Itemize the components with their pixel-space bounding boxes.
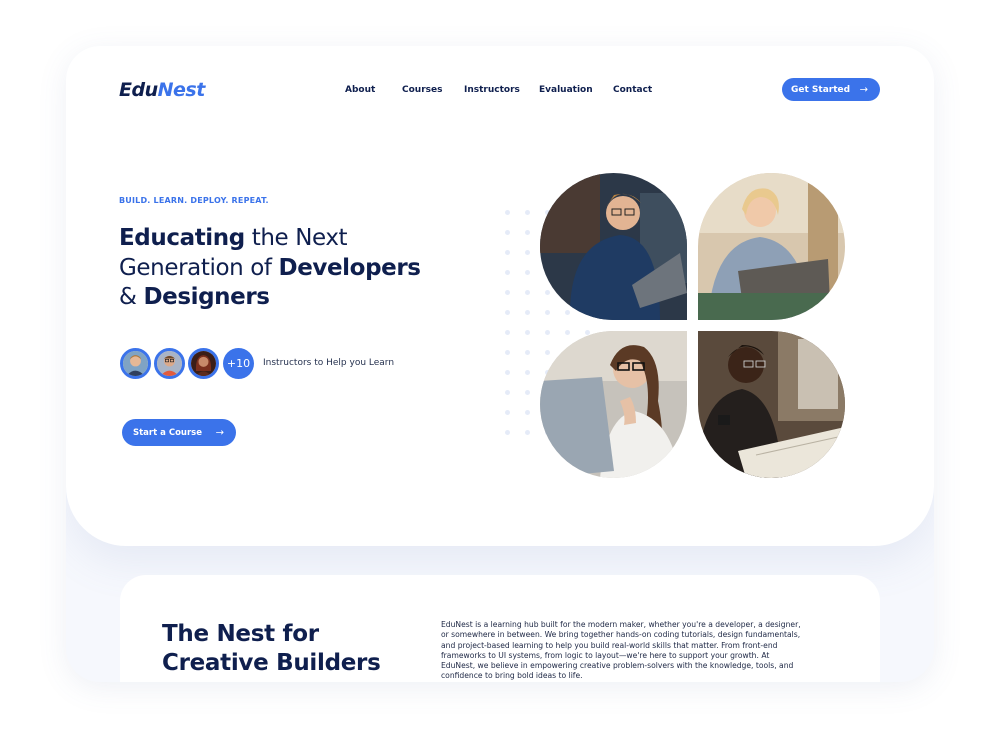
grid-dot bbox=[525, 390, 530, 395]
nav-link-about[interactable]: About bbox=[345, 85, 375, 95]
grid-dot bbox=[525, 310, 530, 315]
about-section: The Nest for Creative Builders EduNest i… bbox=[120, 575, 880, 682]
grid-dot bbox=[505, 250, 510, 255]
avatar[interactable] bbox=[120, 348, 151, 379]
grid-dot bbox=[545, 310, 550, 315]
about-title-the: The bbox=[162, 621, 217, 647]
grid-dot bbox=[525, 230, 530, 235]
grid-dot bbox=[505, 310, 510, 315]
get-started-button[interactable]: Get Started → bbox=[782, 78, 880, 101]
headline-ampersand: & bbox=[119, 284, 144, 310]
avatar[interactable] bbox=[188, 348, 219, 379]
start-course-button[interactable]: Start a Course → bbox=[122, 419, 236, 446]
headline-the-next: the Next bbox=[244, 225, 348, 251]
nav-link-evaluation[interactable]: Evaluation bbox=[539, 85, 593, 95]
grid-dot bbox=[505, 210, 510, 215]
grid-dot bbox=[525, 350, 530, 355]
photo-woman-laptop-sweater bbox=[698, 173, 845, 320]
about-text-line: EduNest is a learning hub built for the … bbox=[441, 620, 801, 629]
hero-section: EduNest About Courses Instructors Evalua… bbox=[66, 46, 934, 546]
grid-dot bbox=[545, 350, 550, 355]
grid-dot bbox=[505, 350, 510, 355]
grid-dot bbox=[505, 230, 510, 235]
photo-student-laptop-glasses bbox=[540, 173, 687, 320]
page-frame: EduNest About Courses Instructors Evalua… bbox=[66, 46, 934, 682]
hero-tagline: BUILD. LEARN. DEPLOY. REPEAT. bbox=[119, 196, 269, 205]
arrow-right-icon: → bbox=[859, 84, 868, 95]
about-title-creative-builders: Creative Builders bbox=[162, 650, 381, 676]
instructors-caption: Instructors to Help you Learn bbox=[263, 358, 395, 368]
grid-dot bbox=[525, 410, 530, 415]
photo-man-reading-book bbox=[698, 331, 845, 478]
about-title: The Nest for Creative Builders bbox=[162, 620, 381, 678]
grid-dot bbox=[525, 270, 530, 275]
more-instructors-badge[interactable]: +10 bbox=[223, 348, 254, 379]
grid-dot bbox=[525, 330, 530, 335]
avatar[interactable] bbox=[154, 348, 185, 379]
grid-dot bbox=[505, 270, 510, 275]
grid-dot bbox=[505, 390, 510, 395]
grid-dot bbox=[505, 410, 510, 415]
landing-page: EduNest About Courses Instructors Evalua… bbox=[0, 0, 1000, 730]
about-text-line: or somewhere in between. We bring togeth… bbox=[441, 630, 801, 640]
about-title-nest: Nest bbox=[216, 621, 275, 647]
about-text-line: frameworks to UI systems, from logic to … bbox=[441, 650, 770, 660]
grid-dot bbox=[565, 310, 570, 315]
grid-dot bbox=[525, 210, 530, 215]
about-text-line: and project-based learning to help you b… bbox=[441, 640, 778, 650]
grid-dot bbox=[545, 290, 550, 295]
get-started-label: Get Started bbox=[791, 84, 851, 95]
grid-dot bbox=[505, 330, 510, 335]
headline-generation-of: Generation of bbox=[119, 254, 279, 281]
nav-link-contact[interactable]: Contact bbox=[613, 85, 652, 95]
nav-link-courses[interactable]: Courses bbox=[402, 85, 442, 95]
grid-dot bbox=[525, 430, 530, 435]
about-text-line: confidence to bring bold ideas to life. bbox=[441, 671, 583, 681]
grid-dot bbox=[505, 370, 510, 375]
grid-dot bbox=[505, 290, 510, 295]
nav-link-instructors[interactable]: Instructors bbox=[464, 85, 520, 95]
headline-educating: Educating bbox=[119, 225, 245, 251]
grid-dot bbox=[525, 290, 530, 295]
about-text-line: EduNest, we believe in empowering creati… bbox=[441, 661, 794, 671]
start-course-label: Start a Course bbox=[133, 427, 202, 438]
headline-developers: Developers bbox=[278, 254, 421, 281]
grid-dot bbox=[525, 370, 530, 375]
about-title-for: for bbox=[274, 621, 320, 647]
about-description: EduNest is a learning hub built for the … bbox=[441, 620, 851, 682]
grid-dot bbox=[545, 330, 550, 335]
headline-designers: Designers bbox=[143, 284, 270, 310]
photo-woman-thinking-glasses bbox=[540, 331, 687, 478]
hero-headline: Educating the Next Generation of Develop… bbox=[119, 224, 479, 313]
grid-dot bbox=[565, 330, 570, 335]
arrow-right-icon: → bbox=[215, 427, 224, 438]
grid-dot bbox=[525, 250, 530, 255]
grid-dot bbox=[505, 430, 510, 435]
